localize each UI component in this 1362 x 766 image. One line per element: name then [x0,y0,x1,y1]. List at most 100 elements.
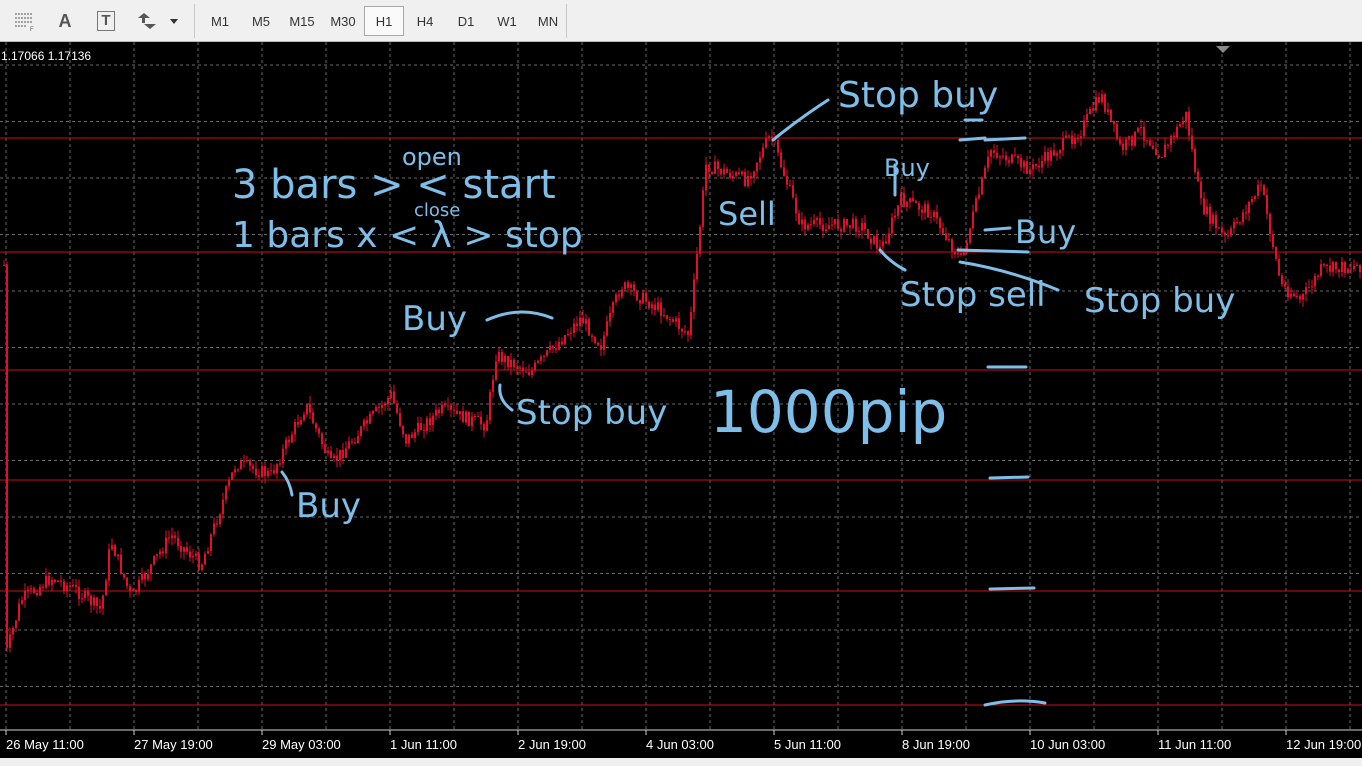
time-label: 2 Jun 19:00 [518,737,586,752]
candle-body [849,225,851,228]
candle-body [198,553,200,570]
candle-body [1098,97,1100,103]
timeframe-m30-button[interactable]: M30 [323,6,363,36]
candle-body [18,603,20,621]
candle-body [192,556,194,558]
timeframe-m1-button[interactable]: M1 [200,6,240,36]
candle-body [1107,109,1109,112]
candle-body [699,226,701,254]
candle-body [204,553,206,565]
candle-body [273,470,275,474]
candle-body [393,391,395,404]
candle-body [195,553,197,557]
candle-body [933,211,935,217]
candle-body [696,253,698,280]
candle-body [636,291,638,301]
candle-body [975,198,977,212]
price-chart[interactable]: 26 May 11:00 27 May 19:00 29 May 03:00 1 Ju… [0,42,1362,766]
candle-body [1191,135,1193,150]
candle-body [60,580,62,582]
candle-body [1293,293,1295,297]
candle-body [618,294,620,297]
candle-body [1209,206,1211,224]
timeframe-h1-button[interactable]: H1 [364,6,404,36]
candle-body [726,168,728,173]
candle-body [171,535,173,539]
candle-body [99,605,101,609]
candle-body [87,590,89,596]
timeframe-d1-button[interactable]: D1 [446,6,486,36]
timeframe-m5-button[interactable]: M5 [241,6,281,36]
candle-body [126,577,128,587]
candle-body [798,213,800,225]
candle-body [318,428,320,434]
candle-body [1086,114,1088,121]
candle-body [54,579,56,583]
candle-body [504,355,506,363]
period-separators-button[interactable]: F [10,6,40,36]
text-tool-button[interactable]: A [52,6,78,36]
candle-body [66,585,68,591]
candle-body [1212,214,1214,224]
toolbar: F A T M1 M5 M15 M30 H1 H4 D1 W1 MN [0,0,1362,42]
candle-body [1311,286,1313,288]
candle-body [1254,196,1256,200]
time-label: 27 May 19:00 [134,737,213,752]
arrows-button[interactable] [133,6,181,36]
candle-body [816,218,818,220]
candle-body [240,460,242,470]
candle-body [90,595,92,606]
candle-body [675,318,677,322]
candle-body [129,586,131,592]
candle-body [960,253,962,255]
candle-body [906,201,908,207]
candle-body [741,171,743,174]
candle-body [996,152,998,158]
candle-body [753,171,755,178]
candle-body [111,545,113,550]
candle-body [1020,158,1022,168]
candle-body [114,545,116,557]
text-label-button[interactable]: T [92,6,120,36]
candle-body [96,597,98,606]
candle-body [177,537,179,547]
candle-body [1029,169,1031,175]
candle-body [324,444,326,453]
candle-body [588,319,590,336]
candle-body [147,574,149,580]
candle-body [252,465,254,469]
candle-body [1359,264,1361,273]
candle-body [315,423,317,429]
candle-body [555,348,557,350]
candle-body [1233,222,1235,229]
timeframe-mn-button[interactable]: MN [528,6,568,36]
candle-body [507,355,509,368]
candle-body [987,156,989,168]
candle-body [1290,293,1292,298]
candle-body [183,547,185,552]
candle-body [279,463,281,465]
candle-body [1287,286,1289,298]
candle-body [462,411,464,423]
candle-body [852,218,854,228]
timeframe-w1-button[interactable]: W1 [487,6,527,36]
candle-body [1050,150,1052,161]
candle-body [861,222,863,231]
candle-body [552,345,554,349]
candle-body [1035,164,1037,166]
candle-body [249,460,251,466]
candle-body [882,241,884,247]
candle-body [1350,268,1352,270]
candle-body [1332,261,1334,272]
candle-body [132,589,134,592]
candle-body [258,475,260,478]
candle-body [762,147,764,158]
candle-body [900,193,902,206]
candle-body [630,284,632,288]
timeframe-m15-button[interactable]: M15 [282,6,322,36]
candle-body [1074,138,1076,144]
timeframe-h4-button[interactable]: H4 [405,6,445,36]
candle-body [600,345,602,350]
candle-body [1173,135,1175,138]
candle-body [714,161,716,174]
